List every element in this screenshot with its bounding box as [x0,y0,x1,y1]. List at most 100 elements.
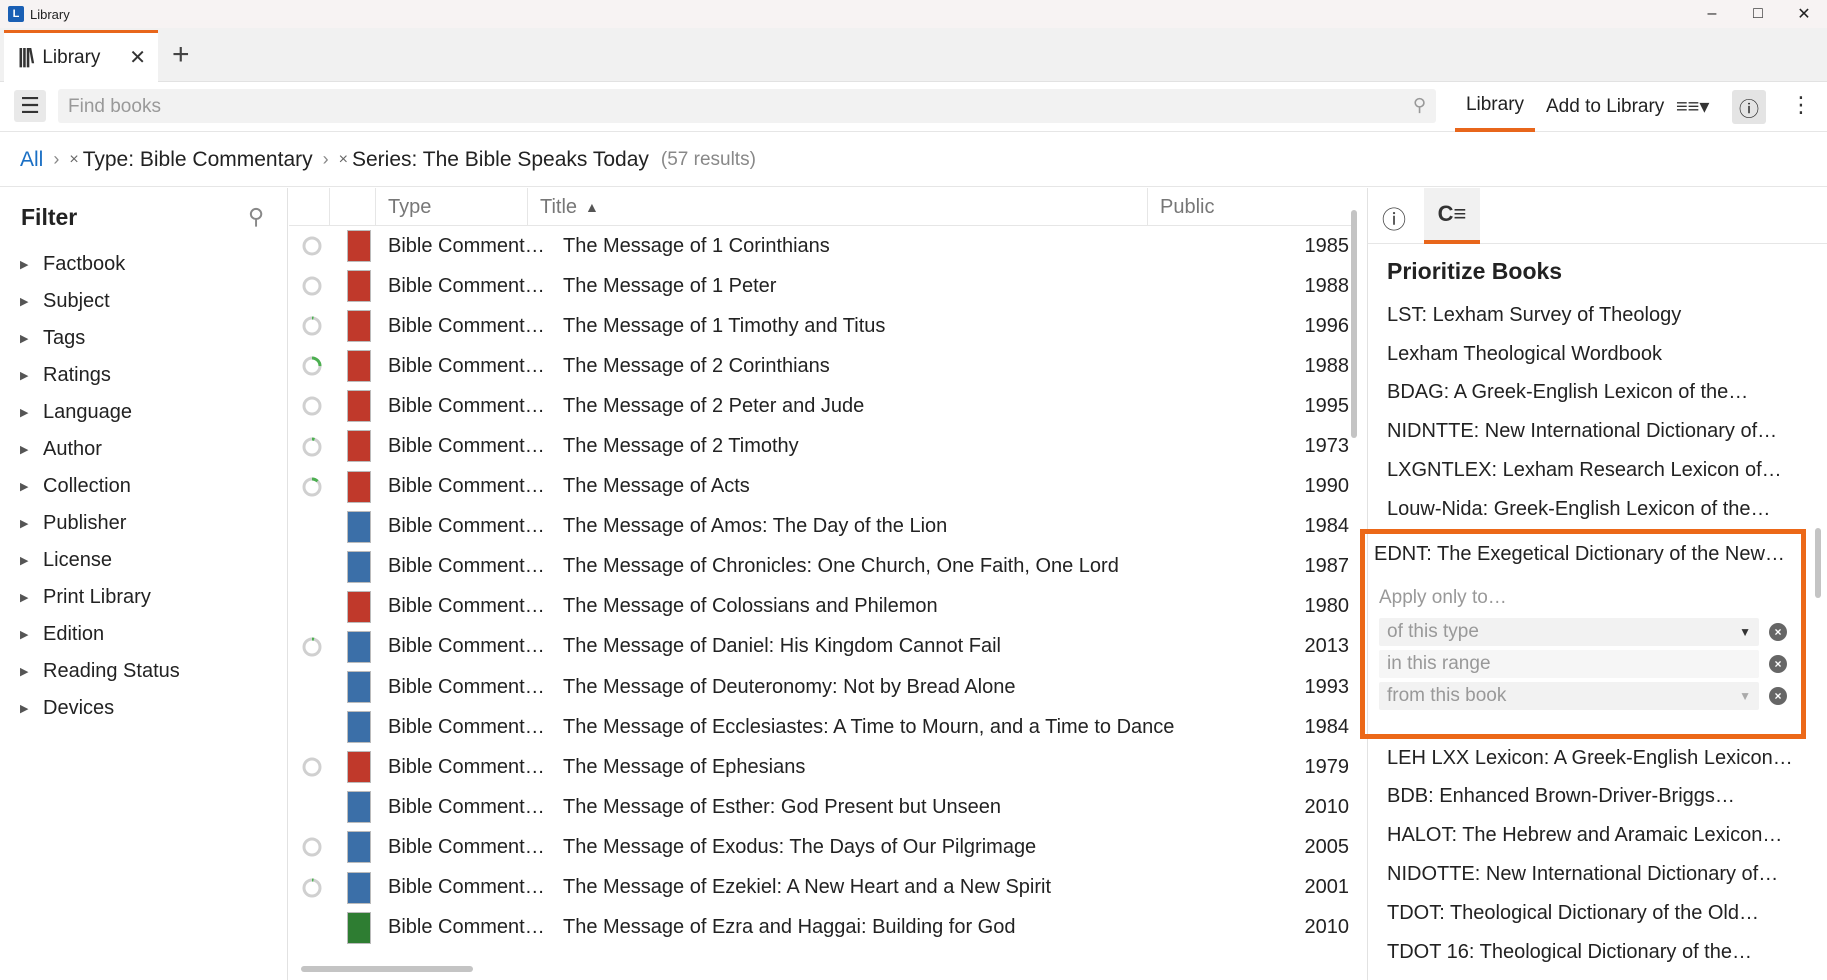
breadcrumb-type-filter[interactable]: Type: Bible Commentary [83,148,313,172]
book-rows: Bible Comment… The Message of 1 Corinthia… [289,226,1349,948]
expand-icon[interactable]: ▶ [20,258,43,271]
clear-type-icon[interactable]: × [1769,622,1787,641]
filter-item[interactable]: ▶ Factbook [0,246,180,283]
filter-item[interactable]: ▶ Author [0,431,180,468]
filter-item[interactable]: ▶ Edition [0,616,180,653]
published-column-header[interactable]: Public [1147,188,1357,226]
tab-library[interactable]: |||\ Library ✕ [4,30,158,82]
breadcrumb-series-filter[interactable]: Series: The Bible Speaks Today [352,148,649,172]
book-row[interactable]: Bible Comment… The Message of 2 Corinthia… [289,346,1349,386]
priority-item[interactable]: BDB: Enhanced Brown-Driver-Briggs… [1368,778,1812,817]
priority-item[interactable]: LXGNTLEX: Lexham Research Lexicon of… [1368,451,1812,490]
type-select[interactable]: of this type ▼ [1379,617,1759,646]
expand-icon[interactable]: ▶ [20,295,43,308]
priority-item[interactable]: LEH LXX Lexicon: A Greek-English Lexicon… [1368,739,1812,778]
filter-item[interactable]: ▶ Devices [0,690,180,727]
expand-icon[interactable]: ▶ [20,517,43,530]
book-select[interactable]: from this book ▼ [1379,681,1759,710]
filter-item[interactable]: ▶ Publisher [0,505,180,542]
book-row[interactable]: Bible Comment… The Message of 2 Peter and… [289,386,1349,426]
close-tab-icon[interactable]: ✕ [129,45,146,70]
filter-item[interactable]: ▶ Collection [0,468,180,505]
book-row[interactable]: Bible Comment… The Message of Exodus: The… [289,827,1349,867]
view-grid-icon[interactable]: ≡≡▾ [1676,94,1709,119]
expand-icon[interactable]: ▶ [20,443,43,456]
filter-search-icon[interactable]: ⚲ [248,204,264,230]
book-row[interactable]: Bible Comment… The Message of 2 Timothy 19… [289,426,1349,466]
search-input[interactable]: Find books ⚲ [58,89,1436,123]
priority-item[interactable]: NIDNTTE: New International Dictionary of… [1368,412,1812,451]
add-to-library-button[interactable]: Add to Library [1546,82,1664,132]
priority-item[interactable]: Louw-Nida: Greek-English Lexicon of the… [1368,490,1812,529]
library-button[interactable]: Library [1455,82,1535,132]
priority-item[interactable]: NIDOTTE: New International Dictionary of… [1368,855,1812,894]
priority-item[interactable]: TDOT: Theological Dictionary of the Old… [1368,894,1812,933]
filter-item-label: Ratings [43,364,111,386]
expand-icon[interactable]: ▶ [20,554,43,567]
range-input[interactable]: in this range [1379,649,1759,678]
book-row[interactable]: Bible Comment… The Message of Daniel: His… [289,627,1349,667]
filter-item[interactable]: ▶ Reading Status [0,653,180,690]
book-row[interactable]: Bible Comment… The Message of Acts 1990 [289,467,1349,507]
progress-column-header[interactable] [289,188,329,226]
book-row[interactable]: Bible Comment… The Message of 1 Corinthia… [289,226,1349,266]
expand-icon[interactable]: ▶ [20,628,43,641]
scroll-thumb[interactable] [1351,210,1357,438]
expand-icon[interactable]: ▶ [20,332,43,345]
breadcrumb-all[interactable]: All [20,148,43,172]
title-column-header[interactable]: Title ▲ [527,188,1147,226]
expand-icon[interactable]: ▶ [20,406,43,419]
book-row[interactable]: Bible Comment… The Message of 1 Timothy a… [289,306,1349,346]
filter-item[interactable]: ▶ Ratings [0,357,180,394]
new-tab-button[interactable]: + [172,38,190,72]
info-tab-icon[interactable]: ⓘ [1382,200,1406,235]
panel-scrollbar[interactable] [1812,308,1824,968]
book-row[interactable]: Bible Comment… The Message of Amos: The D… [289,507,1349,547]
priority-item[interactable]: Lexham Theological Wordbook [1368,335,1812,374]
book-row[interactable]: Bible Comment… The Message of Ezekiel: A … [289,868,1349,908]
selected-priority-item[interactable]: EDNT: The Exegetical Dictionary of the N… [1360,528,1806,739]
book-row[interactable]: Bible Comment… The Message of Ecclesiaste… [289,707,1349,747]
expand-icon[interactable]: ▶ [20,702,43,715]
clear-range-icon[interactable]: × [1769,654,1787,673]
book-row[interactable]: Bible Comment… The Message of Deuteronomy… [289,667,1349,707]
filter-item[interactable]: ▶ Language [0,394,180,431]
priority-item[interactable]: HALOT: The Hebrew and Aramaic Lexicon… [1368,816,1812,855]
book-row[interactable]: Bible Comment… The Message of Esther: God… [289,787,1349,827]
priority-item[interactable]: BDAG: A Greek-English Lexicon of the… [1368,374,1812,413]
expand-icon[interactable]: ▶ [20,665,43,678]
book-row[interactable]: Bible Comment… The Message of Ezra and Ha… [289,908,1349,948]
book-row[interactable]: Bible Comment… The Message of Ephesians 19… [289,747,1349,787]
maximize-button[interactable]: □ [1735,0,1781,28]
filter-item[interactable]: ▶ License [0,542,180,579]
scroll-thumb[interactable] [1815,528,1821,598]
book-row[interactable]: Bible Comment… The Message of Chronicles:… [289,547,1349,587]
book-row[interactable]: Bible Comment… The Message of 1 Peter 1988 [289,266,1349,306]
remove-filter-icon[interactable]: × [69,151,78,169]
expand-icon[interactable]: ▶ [20,369,43,382]
book-cover [347,470,371,503]
menu-icon[interactable]: ☰ [14,90,46,122]
priority-item[interactable]: LST: Lexham Survey of Theology [1368,296,1812,335]
list-vertical-scrollbar[interactable] [1349,198,1359,978]
expand-icon[interactable]: ▶ [20,591,43,604]
minimize-button[interactable]: – [1689,0,1735,28]
filter-item[interactable]: ▶ Print Library [0,579,180,616]
cover-column-header[interactable] [329,188,375,226]
more-options-icon[interactable]: ⋮ [1790,92,1812,118]
list-horizontal-scrollbar[interactable] [301,964,1341,974]
close-window-button[interactable]: ✕ [1781,0,1827,28]
scroll-thumb[interactable] [301,966,473,972]
book-year: 2001 [1304,876,1350,899]
expand-icon[interactable]: ▶ [20,480,43,493]
priority-item[interactable]: TDOT 16: Theological Dictionary of the… [1368,933,1812,972]
filter-item[interactable]: ▶ Tags [0,320,180,357]
remove-filter-icon[interactable]: × [339,151,348,169]
book-title: The Message of Amos: The Day of the Lion [563,515,948,538]
info-icon[interactable]: ⓘ [1732,90,1766,124]
book-row[interactable]: Bible Comment… The Message of Colossians … [289,587,1349,627]
clear-book-icon[interactable]: × [1769,686,1787,705]
prioritize-tab-icon[interactable]: C≡ [1424,188,1480,244]
filter-item[interactable]: ▶ Subject [0,283,180,320]
type-column-header[interactable]: Type [375,188,527,226]
